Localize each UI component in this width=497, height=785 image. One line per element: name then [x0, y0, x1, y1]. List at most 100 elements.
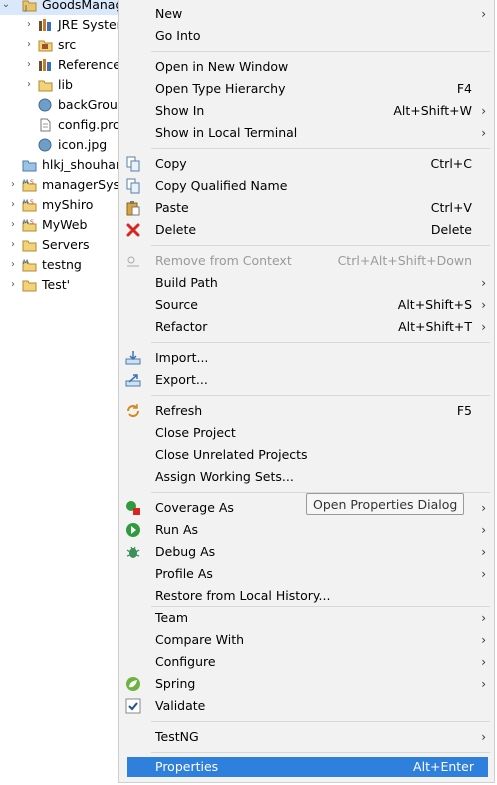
submenu-arrow-icon: › — [481, 126, 486, 140]
chevron-right-icon[interactable]: › — [8, 255, 18, 275]
chevron-right-icon[interactable]: › — [8, 275, 18, 295]
menu-separator — [151, 245, 490, 246]
menu-item-configure[interactable]: Configure › — [119, 651, 494, 673]
menu-item-restore-from-local-history[interactable]: Restore from Local History... — [119, 585, 494, 607]
tree-item-label: config.properties — [58, 117, 118, 132]
tree-item-myshiro[interactable]: › MS myShiro — [0, 195, 118, 215]
menu-item-label: Refresh — [155, 403, 203, 418]
menu-item-shortcut: Ctrl+C — [430, 156, 472, 171]
menu-item-show-in[interactable]: Show In Alt+Shift+W › — [119, 100, 494, 122]
menu-separator — [151, 721, 490, 722]
menu-item-label: Export... — [155, 372, 208, 387]
menu-item-open-in-new-window[interactable]: Open in New Window — [119, 56, 494, 78]
menu-item-shortcut: Delete — [430, 222, 472, 237]
menu-item-testng[interactable]: TestNG › — [119, 726, 494, 748]
remove-context-icon — [127, 256, 139, 267]
tree-item-test[interactable]: › Test' — [0, 275, 118, 295]
project-explorer-tree: ⌄ J GoodsManage › JRE System Library › s… — [0, 0, 118, 785]
tree-item-label: Servers — [42, 237, 90, 252]
svg-text:M: M — [23, 179, 28, 186]
menu-item-compare-with[interactable]: Compare With › — [119, 629, 494, 651]
svg-text:S: S — [30, 219, 34, 226]
menu-separator — [151, 752, 490, 753]
tree-item-lib[interactable]: › lib — [0, 75, 118, 95]
menu-item-label: Compare With — [155, 632, 245, 647]
menu-item-label: Go Into — [155, 28, 201, 43]
chevron-right-icon[interactable]: › — [8, 235, 18, 255]
chevron-down-icon[interactable]: ⌄ — [1, 0, 11, 15]
menu-item-label: Source — [155, 297, 198, 312]
chevron-right-icon[interactable]: › — [24, 75, 34, 95]
menu-item-profile-as[interactable]: Profile As › — [119, 563, 494, 585]
menu-item-label: New — [155, 6, 183, 21]
menu-item-copy[interactable]: Copy Ctrl+C — [119, 153, 494, 175]
chevron-right-icon[interactable]: › — [8, 195, 18, 215]
tooltip: Open Properties Dialog — [306, 493, 465, 515]
menu-item-import[interactable]: Import... — [119, 347, 494, 369]
chevron-right-icon[interactable]: › — [8, 175, 18, 195]
validate-checkbox-icon — [125, 698, 141, 714]
chevron-right-icon[interactable]: › — [8, 215, 18, 235]
image-file-icon — [38, 138, 52, 152]
delete-icon — [126, 223, 140, 237]
menu-item-close-project[interactable]: Close Project — [119, 422, 494, 444]
tree-item-background[interactable]: backGround — [0, 95, 118, 115]
tree-item-servers[interactable]: › Servers — [0, 235, 118, 255]
copy-qualified-name-icon — [126, 178, 140, 194]
menu-item-run-as[interactable]: Run As › — [119, 519, 494, 541]
tree-item-src[interactable]: › src — [0, 35, 118, 55]
folder-icon — [22, 160, 37, 172]
tree-item-testng[interactable]: › M testng — [0, 255, 118, 275]
menu-item-show-in-local-terminal[interactable]: Show in Local Terminal › — [119, 122, 494, 144]
tree-item-goodsmanage[interactable]: ⌄ J GoodsManage — [0, 0, 118, 15]
submenu-arrow-icon: › — [481, 655, 486, 669]
tree-item-hlkj[interactable]: hlkj_shouhan — [0, 155, 118, 175]
menu-item-build-path[interactable]: Build Path › — [119, 272, 494, 294]
menu-item-copy-qualified-name[interactable]: Copy Qualified Name — [119, 175, 494, 197]
menu-item-refactor[interactable]: Refactor Alt+Shift+T › — [119, 316, 494, 338]
tree-item-myweb[interactable]: › MS MyWeb — [0, 215, 118, 235]
menu-item-delete[interactable]: Delete Delete — [119, 219, 494, 241]
menu-separator — [151, 148, 490, 149]
submenu-arrow-icon: › — [481, 677, 486, 691]
chevron-right-icon[interactable]: › — [24, 35, 34, 55]
import-icon — [125, 351, 141, 365]
menu-item-open-type-hierarchy[interactable]: Open Type Hierarchy F4 — [119, 78, 494, 100]
menu-item-label: Show in Local Terminal — [155, 125, 298, 140]
menu-item-debug-as[interactable]: Debug As › — [119, 541, 494, 563]
tree-item-label: Referenced Libraries — [58, 57, 118, 72]
menu-item-spring[interactable]: Spring › — [119, 673, 494, 695]
submenu-arrow-icon: › — [481, 104, 486, 118]
submenu-arrow-icon: › — [481, 276, 486, 290]
menu-item-team[interactable]: Team › — [119, 607, 494, 629]
menu-item-assign-working-sets[interactable]: Assign Working Sets... — [119, 466, 494, 488]
menu-item-new[interactable]: New › — [119, 3, 494, 25]
chevron-right-icon[interactable]: › — [24, 15, 34, 35]
menu-item-properties[interactable]: Properties Alt+Enter — [127, 757, 488, 777]
context-menu: New › Go Into Open in New Window Open Ty… — [118, 0, 495, 783]
export-icon — [125, 374, 141, 387]
tree-item-referenced-libraries[interactable]: › Referenced Libraries — [0, 55, 118, 75]
submenu-arrow-icon: › — [481, 730, 486, 744]
tree-item-config[interactable]: config.properties — [0, 115, 118, 135]
debug-icon — [126, 546, 140, 558]
submenu-arrow-icon: › — [481, 7, 486, 21]
menu-item-paste[interactable]: Paste Ctrl+V — [119, 197, 494, 219]
library-icon — [39, 59, 51, 71]
menu-item-close-unrelated-projects[interactable]: Close Unrelated Projects — [119, 444, 494, 466]
menu-item-refresh[interactable]: Refresh F5 — [119, 400, 494, 422]
menu-item-export[interactable]: Export... — [119, 369, 494, 391]
chevron-right-icon[interactable]: › — [24, 55, 34, 75]
menu-item-source[interactable]: Source Alt+Shift+S › — [119, 294, 494, 316]
tree-item-jre[interactable]: › JRE System Library — [0, 15, 118, 35]
tree-item-managersystem[interactable]: › MS managerSystem — [0, 175, 118, 195]
tree-item-icon-jpg[interactable]: icon.jpg — [0, 135, 118, 155]
menu-item-validate[interactable]: Validate — [119, 695, 494, 717]
tree-item-label: lib — [58, 77, 73, 92]
menu-separator — [151, 51, 490, 52]
java-project-icon: J — [22, 0, 37, 12]
menu-item-label: Copy — [155, 156, 187, 171]
submenu-arrow-icon: › — [481, 320, 486, 334]
menu-item-go-into[interactable]: Go Into — [119, 25, 494, 47]
submenu-arrow-icon: › — [481, 611, 486, 625]
